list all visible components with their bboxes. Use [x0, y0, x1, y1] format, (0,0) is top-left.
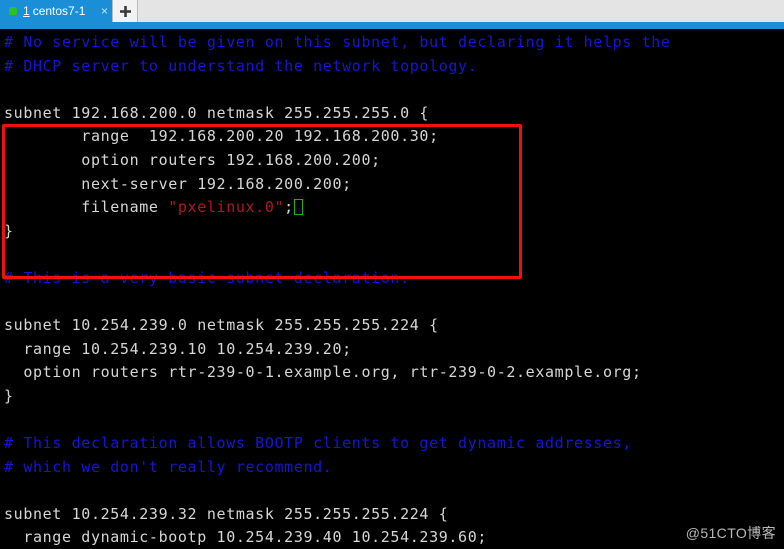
tab-centos7-1[interactable]: 1 centos7-1 ×: [0, 0, 112, 22]
tab-status-dot-icon: [9, 7, 17, 15]
plus-icon: [119, 5, 131, 17]
tab-bar-empty-area: [138, 0, 784, 22]
terminal-text: # No service will be given on this subne…: [4, 33, 671, 547]
terminal-window: 1 centos7-1 × # No service will be given…: [0, 0, 784, 549]
tab-title-label: centos7-1: [32, 4, 86, 18]
close-icon[interactable]: ×: [101, 5, 108, 17]
tab-bar-accent-strip: [0, 22, 784, 29]
terminal-screen[interactable]: # No service will be given on this subne…: [0, 29, 784, 549]
tab-bar: 1 centos7-1 ×: [0, 0, 784, 22]
new-tab-button[interactable]: [112, 0, 138, 22]
tab-index-label: 1: [23, 4, 30, 18]
watermark-label: @51CTO博客: [685, 525, 776, 541]
